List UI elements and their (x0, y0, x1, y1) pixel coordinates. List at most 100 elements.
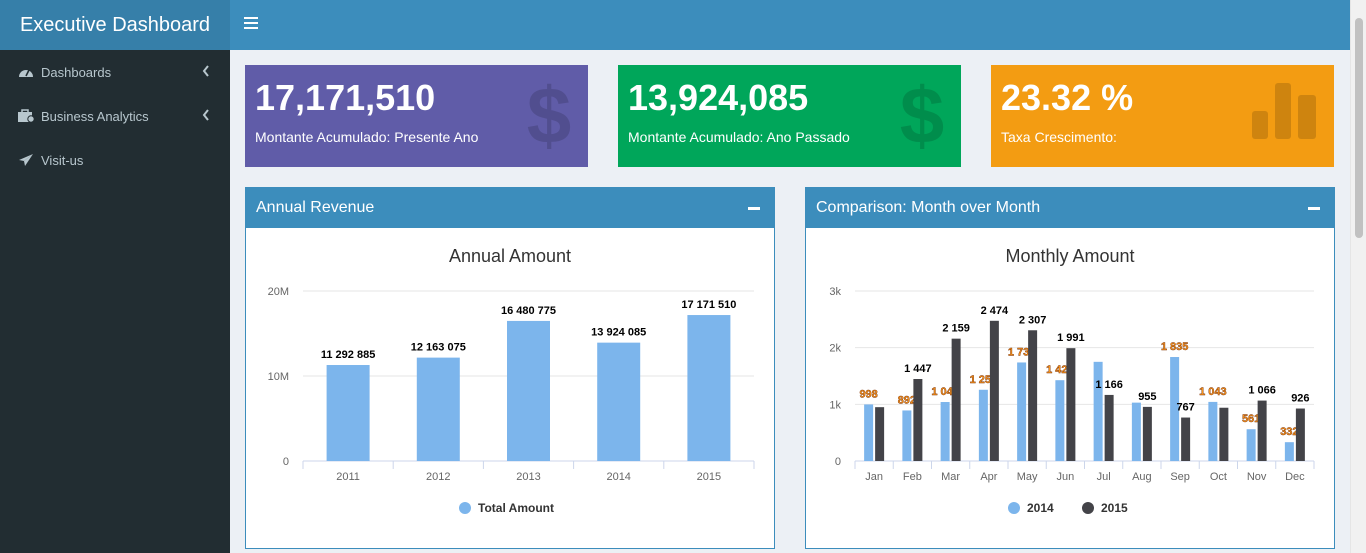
tachometer-icon (17, 64, 35, 80)
chart-bar (1131, 402, 1141, 461)
sidebar-item-label: Business Analytics (41, 108, 149, 124)
infobox-value: 13,924,085 (628, 77, 809, 118)
briefcase-icon (17, 108, 35, 124)
svg-text:$: $ (527, 75, 572, 155)
y-tick-label: 20M (268, 286, 289, 298)
box-header: Annual Revenue (246, 188, 774, 228)
chart-bar (940, 402, 950, 461)
dollar-icon: $ (899, 71, 945, 160)
chart-bar (864, 404, 874, 461)
data-label: 1 447 (904, 363, 932, 375)
comparison-box: Comparison: Month over Month Monthly Amo… (805, 187, 1335, 549)
chart-bar (1257, 400, 1267, 461)
chart-bar (951, 338, 961, 461)
data-label: 955 (1138, 391, 1156, 403)
data-label: 926 (1291, 393, 1309, 405)
data-label: 332 (1280, 426, 1298, 438)
chart-bar (1246, 429, 1256, 461)
infobox-value: 17,171,510 (255, 77, 436, 118)
chevron-left-icon[interactable] (202, 109, 210, 121)
infobox-value: 23.32 % (1001, 77, 1134, 118)
legend-marker (1008, 502, 1020, 514)
x-tick-label: Nov (1247, 471, 1267, 483)
scrollbar-thumb[interactable] (1355, 18, 1363, 238)
monthly-amount-chart: 0 1k 2k 3k Jan Feb Mar Apr May Jun Jul Aug Sep Oct Nov… (829, 286, 1315, 515)
x-tick-label: Aug (1132, 471, 1152, 483)
data-label: 17 171 510 (681, 299, 736, 311)
y-tick-label: 10M (268, 371, 289, 383)
x-tick-label: 2012 (426, 471, 450, 483)
x-tick-label: Jul (1097, 471, 1111, 483)
chart-bar (326, 365, 370, 461)
data-label: 1 166 (1095, 379, 1123, 391)
sidebar-item-business-analytics[interactable]: Business Analytics (0, 94, 230, 138)
x-tick-label: Oct (1210, 471, 1227, 483)
data-label: 1 043 (1199, 386, 1227, 398)
infobox-label: Montante Acumulado: Ano Passado (628, 129, 850, 145)
paper-plane-icon (17, 152, 35, 168)
box-header: Comparison: Month over Month (806, 188, 1334, 228)
infobox-current-year: 17,171,510 Montante Acumulado: Presente … (245, 65, 588, 167)
chart-bar (1017, 362, 1027, 461)
sidebar-item-visit-us[interactable]: Visit-us (0, 138, 230, 182)
data-label: 1 991 (1057, 332, 1085, 344)
chart-bar (1093, 361, 1103, 461)
infobox-label: Taxa Crescimento: (1001, 129, 1117, 145)
y-tick-label: 1k (829, 399, 841, 411)
legend-label: 2014 (1027, 501, 1054, 515)
x-tick-label: Jun (1057, 471, 1075, 483)
data-label: 2 474 (981, 305, 1009, 317)
chart-bar (875, 407, 885, 461)
sidebar-item-label: Visit-us (41, 152, 84, 168)
data-label: 12 163 075 (411, 342, 466, 354)
x-tick-label: 2013 (516, 471, 540, 483)
y-tick-label: 0 (835, 456, 841, 468)
svg-text:$: $ (900, 75, 945, 155)
data-label: 892 (898, 394, 916, 406)
chart-bar (1295, 408, 1305, 461)
data-label: 1 066 (1248, 385, 1276, 397)
legend-label: 2015 (1101, 501, 1128, 515)
data-label: 1 835 (1161, 341, 1189, 353)
x-tick-label: 2015 (697, 471, 721, 483)
x-tick-label: 2011 (336, 471, 360, 483)
app-logo[interactable]: Executive Dashboard (0, 0, 230, 50)
chart-bar (1181, 417, 1191, 461)
chart-bar (989, 320, 999, 461)
chart-bar (507, 320, 550, 461)
y-tick-label: 3k (829, 286, 841, 298)
chart-bar (913, 379, 923, 461)
data-label: 767 (1176, 402, 1194, 414)
collapse-minus-icon[interactable] (748, 207, 760, 210)
chart-bar (1208, 401, 1218, 461)
data-label: 998 (859, 388, 877, 400)
annual-amount-chart: 0 10M 20M 2011 2012 2013 2014 2015 11 292 885 12 … (268, 286, 755, 515)
data-label: 2 159 (942, 323, 970, 335)
chart-bar (597, 342, 641, 461)
chart-bar (1219, 407, 1229, 461)
data-label: 16 480 775 (501, 305, 556, 317)
chart-bar (978, 389, 988, 461)
sidebar-toggle-icon[interactable] (244, 17, 258, 31)
data-label: 13 924 085 (591, 327, 646, 339)
collapse-minus-icon[interactable] (1308, 207, 1320, 210)
data-label: 11 292 885 (321, 349, 375, 361)
legend-marker (1082, 502, 1094, 514)
x-tick-label: 2014 (606, 471, 630, 483)
legend-marker (459, 502, 471, 514)
sidebar-item-dashboards[interactable]: Dashboards (0, 50, 230, 94)
infobox-last-year: 13,924,085 Montante Acumulado: Ano Passa… (618, 65, 961, 167)
chevron-left-icon[interactable] (202, 65, 210, 77)
y-tick-label: 0 (283, 456, 289, 468)
page-scrollbar[interactable] (1350, 0, 1366, 553)
data-label: 561 (1242, 413, 1260, 425)
sidebar-item-label: Dashboards (41, 64, 112, 80)
chart-bar (1104, 394, 1114, 461)
chart-bar (1066, 348, 1076, 461)
infobox-label: Montante Acumulado: Presente Ano (255, 129, 479, 145)
x-tick-label: May (1017, 471, 1038, 483)
annual-revenue-box: Annual Revenue Annual Amount 0 10M 20M 2011… (245, 187, 775, 549)
y-tick-label: 2k (829, 343, 841, 355)
chart-bar (1284, 442, 1294, 461)
box-title: Comparison: Month over Month (816, 199, 1041, 216)
